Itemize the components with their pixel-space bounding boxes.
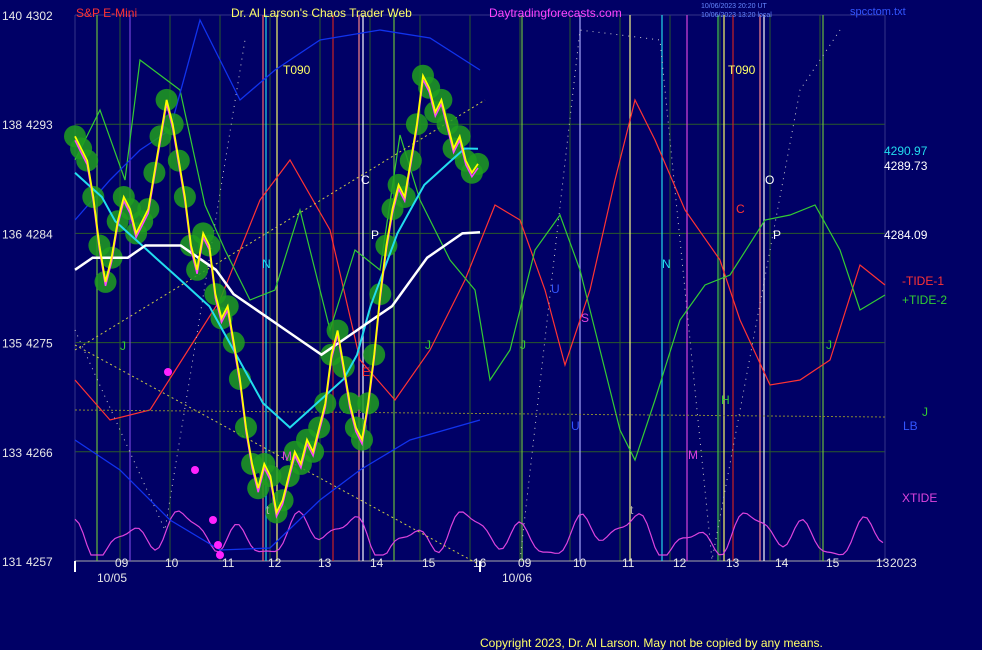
x-tick-label: 12: [268, 556, 282, 570]
year-label: 2023: [890, 556, 917, 570]
chart-annotation: N: [662, 257, 671, 271]
chart-annotation: S: [581, 311, 589, 325]
lb-label: LB: [903, 419, 918, 433]
chart-annotation: O: [765, 173, 774, 187]
y-tick-label: 4275: [26, 337, 53, 351]
x-tick-label: 14: [775, 556, 789, 570]
x-tick-label: 11: [222, 556, 235, 570]
chart-title: Dr. Al Larson's Chaos Trader Web: [231, 6, 412, 20]
y-tick-label: 4293: [26, 118, 53, 132]
chart-annotation: P: [371, 228, 379, 242]
j-label: J: [922, 405, 928, 419]
x-tick-label: 10: [165, 556, 179, 570]
chart-annotation: J: [425, 338, 431, 352]
chart-annotation: C: [736, 202, 745, 216]
signal-dot: [214, 541, 222, 549]
x-date-label: 10/05: [97, 571, 127, 585]
chart-annotation: H: [721, 393, 730, 407]
chart-annotation: U: [571, 419, 580, 433]
chart-annotation: C: [361, 173, 370, 187]
chart-annotation: E: [362, 365, 370, 379]
chart-annotation: M: [282, 449, 292, 463]
x-tick-label: 13: [876, 556, 890, 570]
chart-annotation: U: [551, 282, 560, 296]
y-cycle-label: 138: [2, 118, 22, 132]
xtide-label: XTIDE: [902, 491, 937, 505]
x-tick-label: 11: [622, 556, 635, 570]
tide2-label: +TIDE-2: [902, 293, 947, 307]
vertical-time-lines: [96, 15, 824, 561]
signal-dot: [164, 368, 172, 376]
xtide-layer: [74, 510, 884, 556]
x-tick-label: 10: [573, 556, 587, 570]
signal-dot: [209, 516, 217, 524]
x-tick-label: 15: [826, 556, 840, 570]
chart-annotation: N: [262, 257, 271, 271]
avg-slow-value: 4284.09: [884, 228, 928, 242]
x-tick-label: 13: [726, 556, 740, 570]
chart-annotation: T090: [283, 63, 311, 77]
y-tick-label: 4257: [26, 555, 53, 569]
y-cycle-label: 136: [2, 227, 22, 241]
y-tick-label: 4284: [26, 227, 53, 241]
x-tick-label: 15: [422, 556, 436, 570]
x-tick-label: 09: [518, 556, 532, 570]
symbol-label: S&P E-Mini: [76, 6, 137, 20]
signal-dot: [191, 466, 199, 474]
timestamp-ut: 10/06/2023 20:20 UT: [701, 3, 767, 10]
annotation-layer: T090 T090JN NCPOPCUSM MHt tEJ J JU: [120, 63, 832, 517]
tide1-label: -TIDE-1: [902, 274, 944, 288]
chart-annotation: J: [520, 338, 526, 352]
chart-annotation: t: [630, 503, 634, 517]
cycle-envelope: [519, 29, 841, 561]
y-tick-label: 4302: [26, 9, 53, 23]
site-link[interactable]: Daytradingforecasts.com: [489, 6, 622, 20]
chart-annotation: T090: [728, 63, 756, 77]
last-price-value: 4289.73: [884, 159, 928, 173]
y-tick-label: 4266: [26, 446, 53, 460]
x-tick-label: 12: [673, 556, 687, 570]
y-cycle-label: 131: [2, 555, 22, 569]
chart-annotation: J: [826, 338, 832, 352]
chart-canvas: T090 T090JN NCPOPCUSM MHt tEJ J JU 140 4302138 4…: [2, 3, 947, 650]
y-cycle-label: 133: [2, 446, 22, 460]
y-cycle-label: 140: [2, 9, 22, 23]
copyright-notice: Copyright 2023, Dr. Al Larson. May not b…: [480, 636, 823, 650]
chart-annotation: P: [773, 228, 781, 242]
chart-annotation: M: [688, 448, 698, 462]
x-date-label: 10/06: [502, 571, 532, 585]
y-cycle-label: 135: [2, 337, 22, 351]
xtide-line: [74, 510, 884, 556]
x-tick-label: 13: [318, 556, 332, 570]
x-tick-label: 14: [370, 556, 384, 570]
timestamp-local: 10/06/2023 13:20 local: [701, 12, 772, 19]
avg-fast-value: 4290.97: [884, 144, 928, 158]
x-tick-label: 09: [115, 556, 129, 570]
data-file-label: spcctom.txt: [850, 6, 906, 18]
chart-annotation: J: [120, 339, 126, 353]
